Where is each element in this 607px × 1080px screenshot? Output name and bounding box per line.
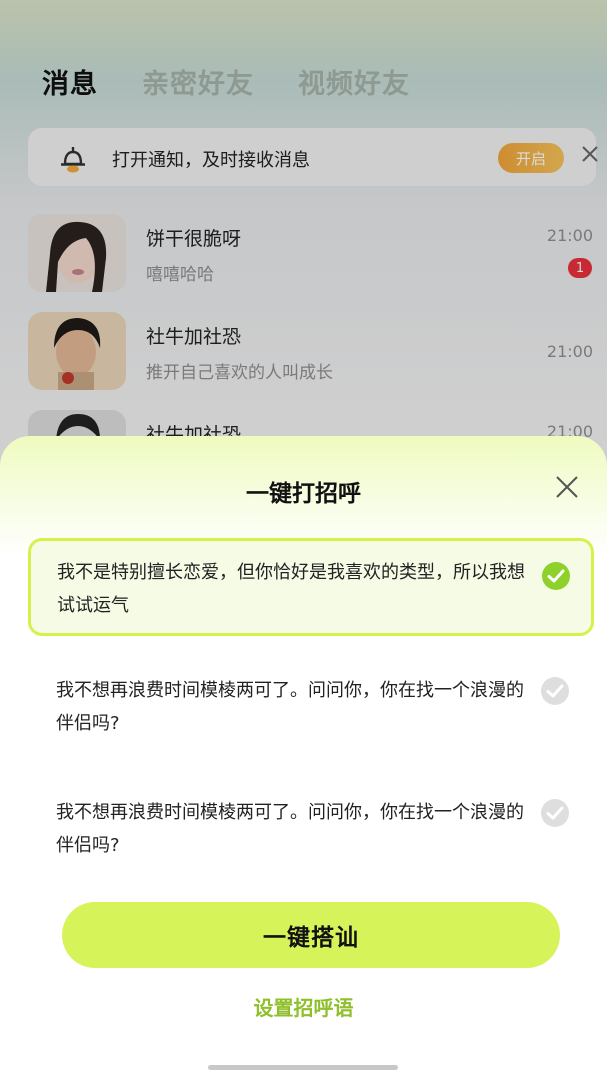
greeting-sheet: 一键打招呼 我不是特别擅长恋爱，但你恰好是我喜欢的类型，所以我想试试运气 我不想… [0, 436, 607, 1080]
set-greeting-link[interactable]: 设置招呼语 [0, 992, 607, 1021]
check-circle-icon [542, 562, 570, 590]
sheet-title: 一键打招呼 [246, 481, 361, 507]
greeting-option[interactable]: 我不想再浪费时间模棱两可了。问问你，你在找一个浪漫的伴侣吗? [28, 656, 594, 756]
check-circle-icon [541, 799, 569, 827]
greeting-option-text: 我不是特别擅长恋爱，但你恰好是我喜欢的类型，所以我想试试运气 [57, 562, 525, 616]
close-icon[interactable] [554, 474, 580, 500]
greeting-option-text: 我不想再浪费时间模棱两可了。问问你，你在找一个浪漫的伴侣吗? [56, 680, 524, 734]
greeting-option-text: 我不想再浪费时间模棱两可了。问问你，你在找一个浪漫的伴侣吗? [56, 802, 524, 856]
check-circle-icon [541, 677, 569, 705]
one-click-chat-button[interactable]: 一键搭讪 [62, 902, 560, 968]
greeting-option[interactable]: 我不想再浪费时间模棱两可了。问问你，你在找一个浪漫的伴侣吗? [28, 778, 594, 878]
greeting-option[interactable]: 我不是特别擅长恋爱，但你恰好是我喜欢的类型，所以我想试试运气 [28, 538, 594, 636]
home-indicator[interactable] [208, 1065, 398, 1070]
